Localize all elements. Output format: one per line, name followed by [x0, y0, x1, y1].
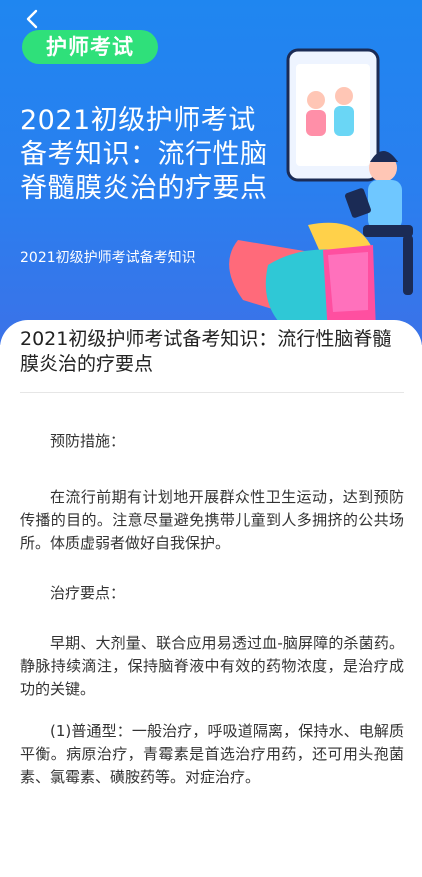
divider — [20, 392, 404, 393]
hero-banner: 护师考试 2021初级护师考试备考知识：流行性脑脊髓膜炎治的疗要点 2021初级… — [0, 0, 422, 345]
paragraph-treatment-principles: 早期、大剂量、联合应用易透过血-脑屏障的杀菌药。静脉持续滴注，保持脑脊液中有效的… — [20, 634, 404, 698]
paragraph-prevention-heading: 预防措施： — [50, 432, 126, 450]
category-tag: 护师考试 — [22, 30, 158, 64]
hero-subtitle: 2021初级护师考试备考知识 — [20, 250, 196, 266]
paragraph-treatment-heading: 治疗要点： — [50, 584, 126, 602]
hero-title: 2021初级护师考试备考知识：流行性脑脊髓膜炎治的疗要点 — [20, 105, 268, 204]
paragraph-prevention: 在流行前期有计划地开展群众性卫生运动，达到预防传播的目的。注意尽量避免携带儿童到… — [20, 488, 404, 552]
back-button[interactable] — [22, 8, 44, 30]
paragraph-normal-type: (1)普通型：一般治疗，呼吸道隔离，保持水、电解质平衡。病原治疗，青霉素是首选治… — [20, 722, 404, 786]
article-title: 2021初级护师考试备考知识：流行性脑脊髓膜炎治的疗要点 — [20, 328, 392, 375]
chevron-left-icon — [26, 9, 38, 29]
